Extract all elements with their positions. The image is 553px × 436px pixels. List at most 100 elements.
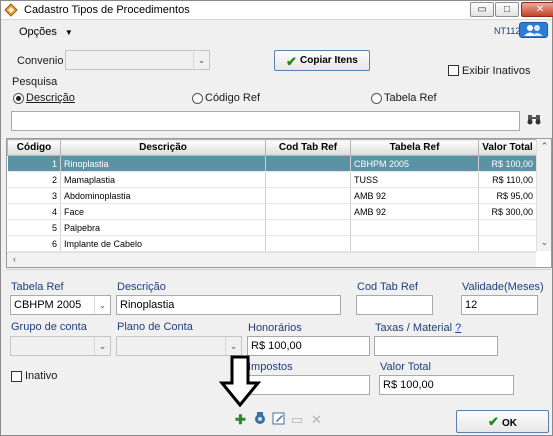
- validade-input[interactable]: 12: [461, 295, 538, 315]
- valor-total-input[interactable]: R$ 100,00: [379, 375, 514, 395]
- column-header-cod-tab-ref[interactable]: Cod Tab Ref: [265, 139, 351, 156]
- table-header-row: Código Descrição Cod Tab Ref Tabela Ref …: [7, 139, 537, 156]
- impostos-input[interactable]: [247, 375, 370, 395]
- cell-valor-total: [478, 235, 537, 252]
- cell-codigo: 1: [7, 155, 61, 172]
- radio-descricao[interactable]: [13, 93, 24, 104]
- grupo-conta-label: Grupo de conta: [11, 321, 87, 333]
- plano-conta-label: Plano de Conta: [117, 321, 193, 333]
- main-window: Cadastro Tipos de Procedimentos ▭ □ ✕ Op…: [0, 0, 553, 436]
- radio-descricao-label: Descrição: [26, 92, 75, 104]
- horizontal-scrollbar[interactable]: ‹: [7, 252, 536, 267]
- divider: [6, 269, 551, 270]
- cell-tabela-ref: TUSS: [350, 171, 479, 188]
- table-row[interactable]: 3 Abdominoplastia AMB 92 R$ 95,00: [7, 187, 537, 204]
- chevron-down-icon: ⌄: [225, 337, 241, 355]
- inativo-label: Inativo: [25, 370, 58, 382]
- chevron-down-icon: ⌄: [94, 337, 110, 355]
- cell-descricao: Palpebra: [60, 219, 266, 236]
- title-bar: Cadastro Tipos de Procedimentos ▭ □ ✕: [1, 1, 553, 20]
- table-row[interactable]: 6 Implante de Cabelo: [7, 235, 537, 252]
- cell-cod-tab-ref: [265, 219, 351, 236]
- user-button[interactable]: [519, 22, 548, 38]
- inativo-checkbox[interactable]: [11, 371, 22, 382]
- chevron-down-icon: ⌄: [193, 51, 209, 69]
- plano-conta-select[interactable]: ⌄: [116, 336, 242, 356]
- cell-cod-tab-ref: [265, 203, 351, 220]
- cell-valor-total: [478, 219, 537, 236]
- descricao-value: Rinoplastia: [120, 299, 175, 311]
- app-icon: [4, 3, 18, 17]
- radio-codigo-ref[interactable]: [192, 93, 203, 104]
- grupo-conta-select[interactable]: ⌄: [10, 336, 111, 356]
- binoculars-icon[interactable]: [527, 113, 541, 128]
- checkmark-icon: ✔: [286, 54, 297, 69]
- honorarios-input[interactable]: R$ 100,00: [247, 336, 370, 356]
- copiar-itens-label: Copiar Itens: [300, 55, 358, 66]
- taxas-input[interactable]: [374, 336, 498, 356]
- search-input[interactable]: [11, 111, 520, 131]
- cell-codigo: 6: [7, 235, 61, 252]
- exibir-inativos-label: Exibir Inativos: [462, 65, 531, 77]
- tabela-ref-value: CBHPM 2005: [14, 299, 82, 311]
- cod-tab-ref-label: Cod Tab Ref: [357, 281, 418, 293]
- cell-cod-tab-ref: [265, 171, 351, 188]
- cell-codigo: 4: [7, 203, 61, 220]
- menu-bar: Opções ▼ NT112: [1, 21, 552, 43]
- validade-label: Validade(Meses): [462, 281, 544, 293]
- cell-cod-tab-ref: [265, 187, 351, 204]
- cell-codigo: 2: [7, 171, 61, 188]
- taxas-help-link[interactable]: ?: [455, 322, 461, 334]
- procedures-table: Código Descrição Cod Tab Ref Tabela Ref …: [6, 138, 552, 268]
- column-header-tabela-ref[interactable]: Tabela Ref: [350, 139, 479, 156]
- cell-valor-total: R$ 95,00: [478, 187, 537, 204]
- taxas-label: Taxas / Material ?: [375, 322, 461, 334]
- scroll-up-icon[interactable]: ⌃: [537, 141, 551, 152]
- save-icon[interactable]: ▭: [291, 412, 303, 428]
- valor-total-value: R$ 100,00: [383, 379, 434, 391]
- cell-tabela-ref: [350, 235, 479, 252]
- convenio-label: Convenio: [17, 55, 64, 67]
- table-row[interactable]: 2 Mamaplastia TUSS R$ 110,00: [7, 171, 537, 188]
- cell-valor-total: R$ 110,00: [478, 171, 537, 188]
- scroll-down-icon[interactable]: ⌄: [537, 237, 551, 248]
- menu-opcoes[interactable]: Opções ▼: [19, 26, 73, 38]
- cell-descricao: Implante de Cabelo: [60, 235, 266, 252]
- maximize-button[interactable]: □: [495, 2, 519, 17]
- minimize-button[interactable]: ▭: [470, 2, 494, 17]
- tabela-ref-select[interactable]: CBHPM 2005 ⌄: [10, 295, 111, 315]
- cell-valor-total: R$ 100,00: [478, 155, 537, 172]
- close-button[interactable]: ✕: [521, 2, 553, 17]
- cell-cod-tab-ref: [265, 235, 351, 252]
- add-icon[interactable]: ✚: [235, 412, 246, 428]
- cell-cod-tab-ref: [265, 155, 351, 172]
- copiar-itens-button[interactable]: ✔ Copiar Itens: [274, 50, 370, 71]
- table-row[interactable]: 4 Face AMB 92 R$ 300,00: [7, 203, 537, 220]
- column-header-descricao[interactable]: Descrição: [60, 139, 266, 156]
- cod-tab-ref-input[interactable]: [356, 295, 433, 315]
- table-row[interactable]: 1 Rinoplastia CBHPM 2005 R$ 100,00: [7, 155, 537, 172]
- window-title: Cadastro Tipos de Procedimentos: [24, 4, 190, 16]
- table-row[interactable]: 5 Palpebra: [7, 219, 537, 236]
- column-header-valor-total[interactable]: Valor Total: [478, 139, 537, 156]
- column-header-codigo[interactable]: Código: [7, 139, 61, 156]
- taxas-label-text: Taxas / Material: [375, 322, 453, 334]
- descricao-input[interactable]: Rinoplastia: [116, 295, 341, 315]
- radio-tabela-ref[interactable]: [371, 93, 382, 104]
- cell-descricao: Face: [60, 203, 266, 220]
- ok-button[interactable]: ✔ OK: [456, 410, 549, 433]
- camera-icon[interactable]: [253, 412, 267, 428]
- edit-icon[interactable]: [272, 412, 286, 428]
- cell-tabela-ref: CBHPM 2005: [350, 155, 479, 172]
- vertical-scrollbar[interactable]: ⌃ ⌄: [536, 139, 551, 251]
- honorarios-value: R$ 100,00: [251, 340, 302, 352]
- nt-label: NT112: [494, 26, 521, 36]
- cell-valor-total: R$ 300,00: [478, 203, 537, 220]
- arrow-down-icon: [219, 355, 261, 408]
- convenio-select[interactable]: ⌄: [65, 50, 210, 70]
- exibir-inativos-checkbox[interactable]: [448, 65, 459, 76]
- scroll-left-icon[interactable]: ‹: [7, 254, 22, 264]
- chevron-down-icon: ▼: [64, 28, 73, 37]
- delete-icon[interactable]: ✕: [311, 412, 322, 428]
- chevron-down-icon: ⌄: [94, 296, 110, 314]
